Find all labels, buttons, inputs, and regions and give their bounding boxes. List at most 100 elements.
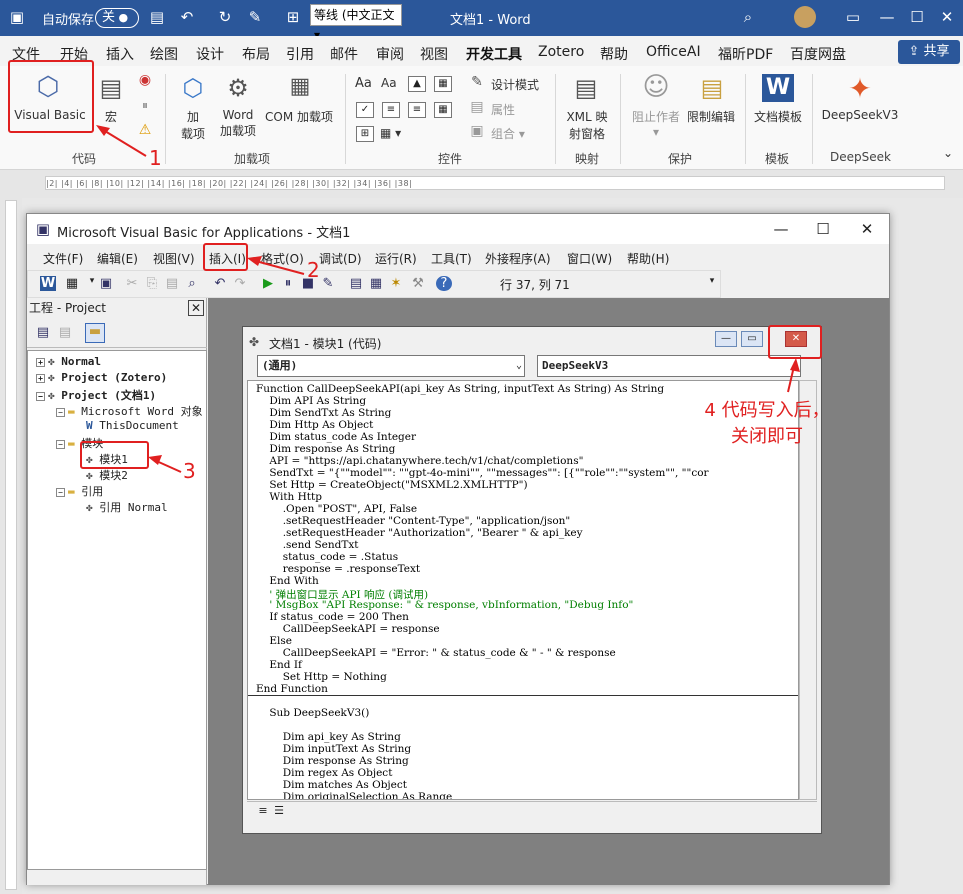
tree-this-document[interactable]: W ThisDocument [86, 419, 179, 432]
repeating-section-icon[interactable]: ⊞ [356, 126, 374, 142]
menu-help[interactable]: 帮助(H) [627, 250, 669, 267]
minimize-icon[interactable]: — [876, 6, 898, 28]
toolbar-extra-icon[interactable]: ⊞ [282, 6, 304, 28]
dropdown-control-icon[interactable]: ≡ [408, 102, 426, 118]
block-authors-button[interactable]: 阻止作者 ▾ [626, 108, 686, 139]
pause-recording-icon[interactable]: ⏸ [136, 98, 154, 113]
menu-edit[interactable]: 编辑(E) [97, 250, 138, 267]
tree-module2[interactable]: ✤ 模块2 [86, 467, 128, 483]
tab-layout[interactable]: 布局 [242, 44, 270, 64]
tab-help[interactable]: 帮助 [600, 44, 628, 64]
tree-word-objects[interactable]: − ▬ Microsoft Word 对象 [56, 403, 203, 419]
avatar[interactable] [794, 6, 816, 28]
date-picker-icon[interactable]: ▦ [434, 102, 452, 118]
design-mode-button[interactable]: 设计模式 [491, 76, 539, 93]
tab-review[interactable]: 审阅 [376, 44, 404, 64]
project-explorer-icon[interactable]: ▤ [348, 276, 364, 291]
tab-draw[interactable]: 绘图 [150, 44, 178, 64]
properties-button[interactable]: 属性 [491, 101, 515, 118]
properties-window-icon[interactable]: ▦ [368, 276, 384, 291]
word-addins-button[interactable]: Word 加载项 [214, 108, 262, 139]
full-module-view-icon[interactable]: ☰ [271, 804, 287, 817]
procedure-view-icon[interactable]: ≡ [255, 804, 271, 817]
menu-window[interactable]: 窗口(W) [567, 250, 612, 267]
group-button[interactable]: 组合 ▾ [491, 125, 525, 142]
macro-security-icon[interactable]: ⚠ [136, 122, 154, 138]
tree-normal[interactable]: + ✤ Normal [36, 355, 101, 368]
collapse-ribbon-icon[interactable]: ⌄ [940, 146, 956, 160]
xml-mapping-pane-button[interactable]: XML 映射窗格 [562, 108, 612, 142]
menu-file[interactable]: 文件(F) [43, 250, 83, 267]
run-icon[interactable]: ▶ [260, 276, 276, 291]
restrict-editing-button[interactable]: 限制编辑 [682, 108, 740, 125]
menu-run[interactable]: 运行(R) [375, 250, 417, 267]
tree-project-zotero[interactable]: + ✤ Project (Zotero) [36, 371, 167, 384]
design-mode-icon[interactable]: ✎ [320, 276, 336, 291]
project-explorer-close-icon[interactable]: ✕ [188, 300, 204, 316]
code-minimize-icon[interactable]: — [715, 331, 737, 347]
menu-addins[interactable]: 外接程序(A) [485, 250, 551, 267]
code-restore-icon[interactable]: ▭ [741, 331, 763, 347]
insert-module-icon[interactable]: ▦ [64, 276, 80, 291]
autosave-toggle[interactable]: 关 ● [95, 8, 139, 28]
vba-close-icon[interactable]: ✕ [857, 220, 877, 238]
tab-view[interactable]: 视图 [420, 44, 448, 64]
com-addins-button[interactable]: COM 加载项 [262, 108, 336, 125]
tab-insert[interactable]: 插入 [106, 44, 134, 64]
break-icon[interactable]: ⏸ [280, 276, 296, 291]
ribbon-display-icon[interactable]: ▭ [842, 6, 864, 28]
rich-text-control[interactable]: Aa [355, 76, 372, 91]
cut-icon[interactable]: ✂ [124, 276, 140, 291]
view-word-icon[interactable]: W [40, 276, 56, 291]
format-painter-icon[interactable]: ✎ [244, 6, 266, 28]
undo-icon[interactable]: ↶ [212, 276, 228, 291]
menu-tools[interactable]: 工具(T) [431, 250, 472, 267]
search-icon[interactable]: ⌕ [737, 6, 759, 28]
tab-zotero[interactable]: Zotero [538, 44, 584, 60]
find-icon[interactable]: ⌕ [184, 276, 200, 291]
record-macro-icon[interactable]: ◉ [136, 72, 154, 88]
tree-references-folder[interactable]: − ▬ 引用 [56, 483, 103, 499]
save-icon[interactable]: ▣ [98, 276, 114, 291]
object-combo[interactable]: (通用) ⌄ [257, 355, 525, 377]
close-icon[interactable]: ✕ [936, 6, 958, 28]
maximize-icon[interactable]: ☐ [906, 6, 928, 28]
vba-maximize-icon[interactable]: ☐ [813, 220, 833, 238]
checkbox-control-icon[interactable]: ✓ [356, 102, 374, 118]
redo-icon[interactable]: ↻ [214, 6, 236, 28]
help-icon[interactable]: ? [436, 276, 452, 291]
tab-design[interactable]: 设计 [196, 44, 224, 64]
vba-minimize-icon[interactable]: — [771, 220, 791, 238]
font-name-select[interactable]: 等线 (中文正文 ▾ [310, 4, 402, 42]
addins-button[interactable]: 加载项 [178, 108, 208, 142]
deepseek-v3-button[interactable]: DeepSeekV3 [818, 108, 902, 122]
tab-references[interactable]: 引用 [286, 44, 314, 64]
macro-button[interactable]: 宏 [98, 108, 124, 125]
tab-mailings[interactable]: 邮件 [330, 44, 358, 64]
save-icon[interactable]: ▤ [146, 6, 168, 28]
tab-foxit-pdf[interactable]: 福昕PDF [718, 44, 773, 64]
document-template-button[interactable]: 文档模板 [750, 108, 806, 125]
menu-debug[interactable]: 调试(D) [319, 250, 362, 267]
redo-icon[interactable]: ↷ [232, 276, 248, 291]
code-horizontal-scrollbar[interactable]: ≡ ☰ [247, 801, 817, 821]
building-block-icon[interactable]: ▦ [434, 76, 452, 92]
share-button[interactable]: ⇪ 共享 [898, 40, 960, 64]
tab-baidu-netdisk[interactable]: 百度网盘 [790, 44, 846, 64]
view-code-icon[interactable]: ▤ [35, 325, 51, 340]
toolbar-overflow-icon[interactable]: ▾ [704, 276, 720, 286]
tree-reference-normal[interactable]: ✤ 引用 Normal [86, 499, 168, 515]
paste-icon[interactable]: ▤ [164, 276, 180, 291]
tree-project-doc[interactable]: − ✤ Project (文档1) [36, 387, 156, 403]
procedure-combo[interactable]: DeepSeekV3⌄ [537, 355, 801, 377]
undo-icon[interactable]: ↶ [176, 6, 198, 28]
picture-control-icon[interactable]: ▲ [408, 76, 426, 92]
combo-box-control-icon[interactable]: ≡ [382, 102, 400, 118]
view-object-icon[interactable]: ▤ [57, 325, 73, 340]
toggle-folders-icon[interactable]: ▬ [85, 323, 105, 343]
copy-icon[interactable]: ⎘ [144, 276, 160, 291]
menu-view[interactable]: 视图(V) [153, 250, 195, 267]
object-browser-icon[interactable]: ✶ [388, 276, 404, 291]
tab-officeai[interactable]: OfficeAI [646, 44, 701, 60]
plain-text-control[interactable]: Aa [381, 76, 397, 90]
